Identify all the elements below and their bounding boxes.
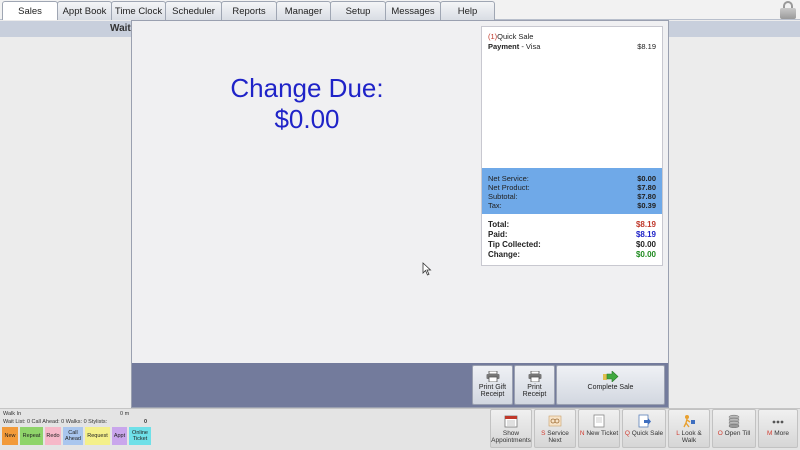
net-service-row: Net Service: $0.00: [488, 174, 656, 183]
service-next-button[interactable]: S Service Next: [534, 409, 576, 448]
calendar-icon: [504, 414, 518, 428]
open-till-button[interactable]: O Open Till: [712, 409, 756, 448]
print-gift-receipt-button[interactable]: Print Gift Receipt: [472, 365, 513, 405]
chip-redo[interactable]: Redo: [45, 427, 61, 445]
till-icon: [727, 414, 741, 429]
open-till-label: Open Till: [724, 430, 751, 437]
more-button[interactable]: M More: [758, 409, 798, 448]
receipt-item-name: Quick Sale: [497, 32, 534, 41]
wait-list-heading: Wait: [110, 23, 131, 34]
show-appointments-label: Show Appointments: [491, 430, 531, 444]
walk-in-stylist-count: 0: [144, 419, 148, 425]
receipt-payment-line: Payment - Visa $8.19: [488, 42, 656, 51]
look-walk-icon: [682, 414, 696, 428]
chip-call-ahead[interactable]: Call Ahead: [63, 427, 83, 445]
service-next-label: Service Next: [547, 430, 569, 444]
tab-help[interactable]: Help: [440, 1, 495, 20]
dialog-action-bar: Print Gift Receipt Print Receipt Complet…: [132, 363, 668, 407]
look-and-walk-label: Look & Walk: [681, 430, 702, 444]
chip-new[interactable]: New: [2, 427, 18, 445]
quick-sale-button[interactable]: Q Quick Sale: [622, 409, 666, 448]
more-icon: [771, 414, 785, 428]
chip-online-ticket[interactable]: Online Ticket: [129, 427, 151, 445]
complete-sale-button[interactable]: Complete Sale: [556, 365, 665, 405]
subtotal-row: Subtotal: $7.80: [488, 192, 656, 201]
more-label: More: [774, 430, 790, 437]
new-ticket-label: New Ticket: [586, 430, 619, 437]
quick-sale-label: Quick Sale: [631, 430, 664, 437]
change-row: Change: $0.00: [488, 250, 656, 259]
total-value: $8.19: [635, 220, 656, 229]
tip-value: $0.00: [635, 240, 656, 249]
net-product-row: Net Product: $7.80: [488, 183, 656, 192]
tab-scheduler[interactable]: Scheduler: [165, 1, 222, 20]
tab-appt-book[interactable]: Appt Book: [57, 1, 112, 20]
walk-in-panel: Walk In 0 m Wait List: 0 Call Ahead: 0 W…: [2, 411, 152, 447]
totals-summary-panel: Total: $8.19 Paid: $8.19 Tip Collected: $0.…: [482, 220, 662, 260]
tax-row: Tax: $0.39: [488, 201, 656, 210]
chip-request[interactable]: Request: [85, 427, 110, 445]
chip-appt[interactable]: Appt: [112, 427, 127, 445]
walk-in-stats: Wait List: 0 Call Ahead: 0 Walks: 0 Styl…: [3, 419, 108, 425]
payment-amount: $8.19: [637, 42, 656, 51]
tab-setup[interactable]: Setup: [330, 1, 386, 20]
payment-method: - Visa: [519, 42, 541, 51]
paid-row: Paid: $8.19: [488, 230, 656, 239]
tip-row: Tip Collected: $0.00: [488, 240, 656, 249]
change-due-value: $0.00: [274, 104, 340, 134]
show-appointments-button[interactable]: Show Appointments: [490, 409, 532, 448]
complete-sale-label: Complete Sale: [587, 384, 634, 391]
scissors-icon: [548, 414, 562, 428]
payment-label: Payment: [488, 42, 520, 51]
print-receipt-label: Print Receipt: [522, 384, 547, 398]
complete-arrow-icon: [602, 371, 619, 382]
receipt-item-qty: (1): [488, 32, 498, 41]
printer-icon: [528, 371, 542, 382]
change-value: $0.00: [635, 250, 656, 259]
chip-repeat[interactable]: Repeat: [20, 427, 43, 445]
totals-breakdown-panel: Net Service: $0.00 Net Product: $7.80 Subt…: [482, 168, 662, 214]
print-receipt-button[interactable]: Print Receipt: [514, 365, 555, 405]
tab-sales[interactable]: Sales: [2, 1, 58, 20]
ticket-icon: [592, 414, 606, 428]
new-ticket-button[interactable]: N New Ticket: [578, 409, 620, 448]
quick-sale-icon: [637, 414, 651, 428]
walk-in-title: Walk In: [3, 411, 22, 417]
mouse-cursor: [422, 262, 432, 276]
look-and-walk-button[interactable]: L Look & Walk: [668, 409, 710, 448]
receipt-item-line: (1)Quick Sale: [488, 32, 533, 41]
print-gift-receipt-label: Print Gift Receipt: [478, 384, 507, 398]
tab-time-clock[interactable]: Time Clock: [111, 1, 166, 20]
lock-icon[interactable]: [780, 1, 796, 19]
printer-icon: [486, 371, 500, 382]
main-tab-bar: Sales Appt Book Time Clock Scheduler Rep…: [0, 0, 800, 20]
walk-in-wait-time: 0 m: [120, 411, 130, 417]
tab-reports[interactable]: Reports: [221, 1, 277, 20]
change-due-label: Change Due:: [230, 73, 384, 103]
tab-manager[interactable]: Manager: [276, 1, 331, 20]
total-row: Total: $8.19: [488, 220, 656, 229]
tab-messages[interactable]: Messages: [385, 1, 441, 20]
receipt-panel: (1)Quick Sale Payment - Visa $8.19 Net S…: [481, 26, 663, 266]
paid-value: $8.19: [635, 230, 656, 239]
payment-complete-dialog: Change Due: $0.00 (1)Quick Sale Payment …: [131, 20, 669, 408]
